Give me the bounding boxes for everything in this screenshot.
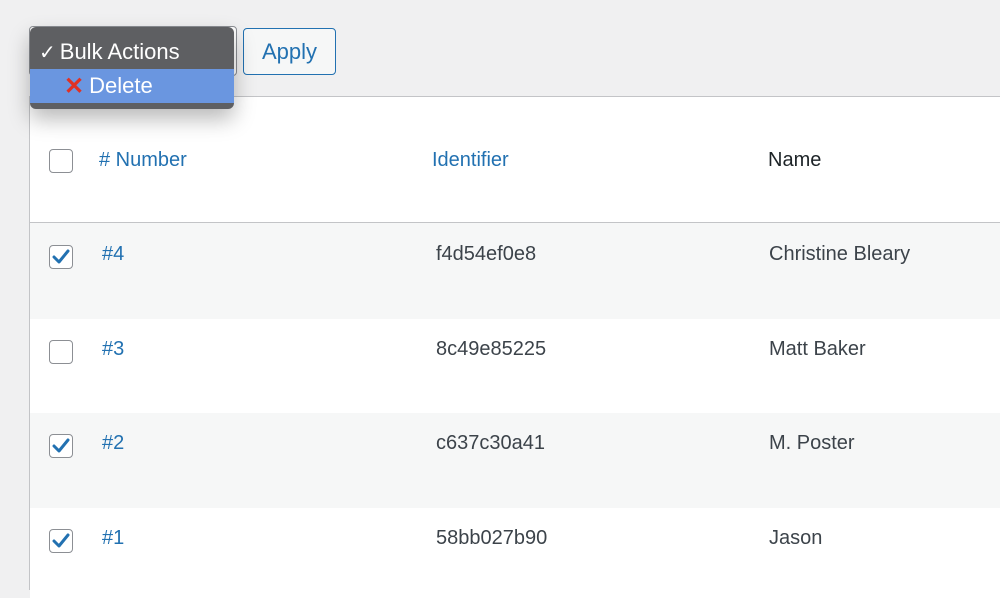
column-header-name: Name: [768, 149, 822, 171]
select-all-checkbox[interactable]: [49, 149, 73, 173]
column-header-number[interactable]: # Number: [99, 149, 187, 172]
row-name: Matt Baker: [769, 338, 866, 360]
row-name: Christine Bleary: [769, 243, 911, 265]
checkmark-icon: [52, 249, 70, 264]
dropdown-option-delete[interactable]: ✕ Delete: [30, 69, 234, 103]
row-number-link[interactable]: #3: [102, 338, 124, 361]
checkmark-icon: [52, 533, 70, 548]
row-number-link[interactable]: #4: [102, 243, 124, 266]
row-identifier: 8c49e85225: [436, 338, 547, 360]
bulk-actions-dropdown: ✓ Bulk Actions ✕ Delete: [30, 27, 234, 109]
table-row: #1 58bb027b90 Jason: [30, 508, 1000, 598]
table-toolbar: ✓ Bulk Actions ✕ Delete Apply: [0, 0, 1000, 109]
table-row: #2 c637c30a41 M. Poster: [30, 413, 1000, 508]
column-header-identifier[interactable]: Identifier: [432, 149, 509, 172]
row-identifier: f4d54ef0e8: [436, 243, 537, 265]
table-row: #4 f4d54ef0e8 Christine Bleary: [30, 223, 1000, 319]
checkmark-icon: [52, 438, 70, 453]
row-number-link[interactable]: #2: [102, 432, 124, 455]
row-name: Jason: [769, 527, 823, 549]
option-label: Delete: [89, 73, 153, 98]
table-row: #3 8c49e85225 Matt Baker: [30, 319, 1000, 413]
row-checkbox[interactable]: [49, 245, 73, 269]
records-table: # Number Identifier Name #4 f4d54ef0e8 C…: [29, 96, 1000, 598]
row-checkbox[interactable]: [49, 529, 73, 553]
table-header: # Number Identifier Name: [30, 97, 1000, 223]
dropdown-option-bulk-actions[interactable]: ✓ Bulk Actions: [30, 35, 234, 69]
row-identifier: c637c30a41: [436, 432, 545, 454]
row-checkbox[interactable]: [49, 434, 73, 458]
row-identifier: 58bb027b90: [436, 527, 548, 549]
apply-button[interactable]: Apply: [243, 28, 336, 75]
option-label: Bulk Actions: [59, 39, 180, 64]
cross-mark-icon: ✕: [64, 72, 85, 100]
check-icon: ✓: [39, 41, 56, 64]
row-checkbox[interactable]: [49, 340, 73, 364]
row-name: M. Poster: [769, 432, 855, 454]
row-number-link[interactable]: #1: [102, 527, 124, 550]
